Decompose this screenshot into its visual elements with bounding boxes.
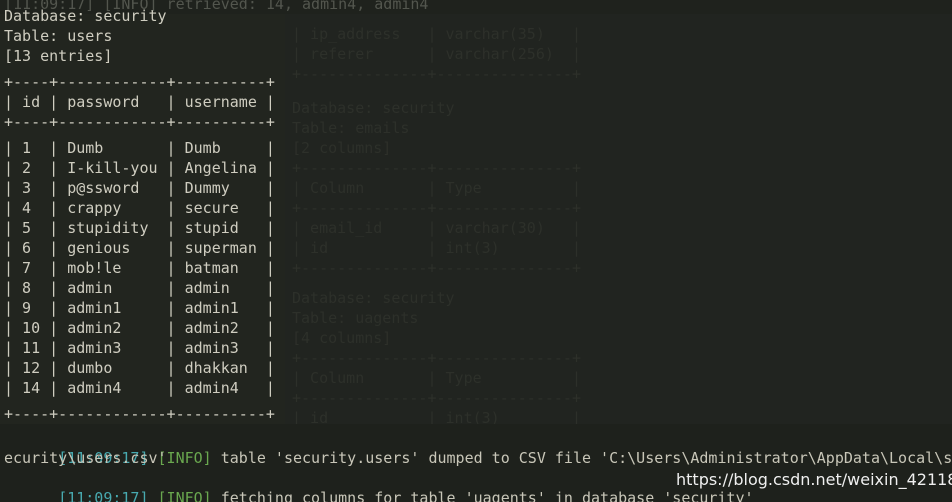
entries-line: [13 entries] xyxy=(4,47,113,65)
table-row: | 4 | crappy | secure | xyxy=(4,199,275,217)
log-message: table 'security.users' dumped to CSV fil… xyxy=(220,449,952,467)
log-line-3: [11:09:17] [INFO] used SQL query returns… xyxy=(4,488,510,502)
table-row: | 6 | genious | superman | xyxy=(4,239,275,257)
database-line: Database: security xyxy=(4,7,167,25)
table-header-row: | id | password | username | xyxy=(4,93,275,111)
log-line-1-wrap: ecurity\users.csv' xyxy=(4,449,167,467)
csdn-watermark: https://blog.csdn.net/weixin_42118531 xyxy=(676,470,952,489)
table-row: | 8 | admin | admin | xyxy=(4,279,275,297)
table-row: | 7 | mob!le | batman | xyxy=(4,259,275,277)
table-row: | 2 | I-kill-you | Angelina | xyxy=(4,159,275,177)
table-rule-mid: +----+------------+----------+ xyxy=(4,113,275,131)
table-rule-top: +----+------------+----------+ xyxy=(4,73,275,91)
table-row: | 3 | p@ssword | Dummy | xyxy=(4,179,275,197)
table-row: | 10 | admin2 | admin2 | xyxy=(4,319,275,337)
table-row: | 14 | admin4 | admin4 | xyxy=(4,379,275,397)
table-row: | 12 | dumbo | dhakkan | xyxy=(4,359,275,377)
table-row: | 5 | stupidity | stupid | xyxy=(4,219,275,237)
terminal-screenshot: 区 撤销 重做 撤销 | ip_address | varchar(35) | … xyxy=(0,0,952,502)
table-row: | 11 | admin3 | admin3 | xyxy=(4,339,275,357)
table-row: | 9 | admin1 | admin1 | xyxy=(4,299,275,317)
table-line: Table: users xyxy=(4,27,113,45)
table-rule-bottom: +----+------------+----------+ xyxy=(4,405,275,423)
table-row: | 1 | Dumb | Dumb | xyxy=(4,139,275,157)
